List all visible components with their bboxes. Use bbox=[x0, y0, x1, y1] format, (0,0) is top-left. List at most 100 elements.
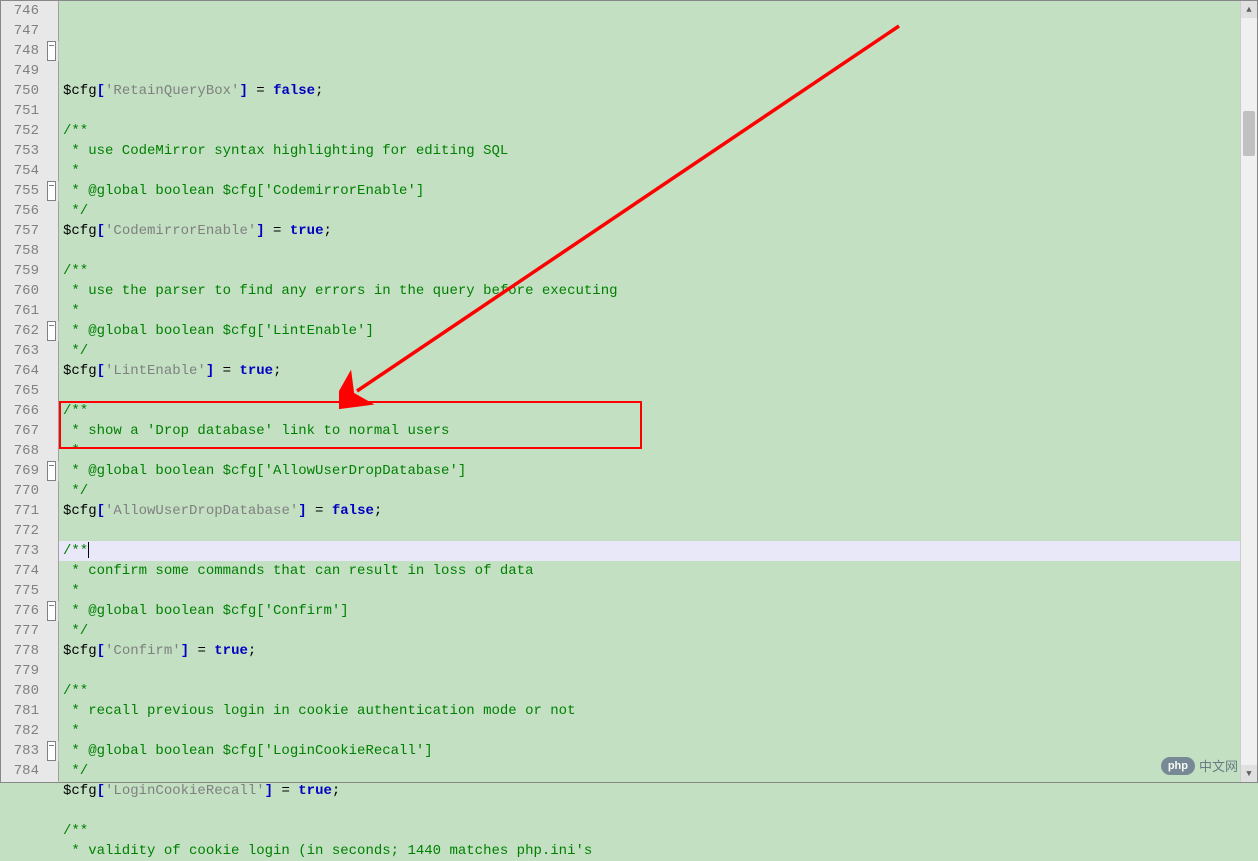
code-line[interactable]: /** bbox=[59, 821, 1240, 841]
token-cmt: * bbox=[63, 723, 80, 739]
fold-line bbox=[45, 101, 58, 121]
code-line[interactable]: * bbox=[59, 301, 1240, 321]
fold-line bbox=[45, 561, 58, 581]
token-bool: true bbox=[214, 643, 248, 659]
line-number: 763 bbox=[5, 341, 39, 361]
code-area[interactable]: $cfg['RetainQueryBox'] = false; /** * use… bbox=[59, 1, 1240, 782]
code-line[interactable]: $cfg['CodemirrorEnable'] = true; bbox=[59, 221, 1240, 241]
code-line[interactable]: */ bbox=[59, 341, 1240, 361]
code-line[interactable]: * @global boolean $cfg['LintEnable'] bbox=[59, 321, 1240, 341]
fold-line bbox=[45, 281, 58, 301]
line-number: 771 bbox=[5, 501, 39, 521]
fold-line bbox=[45, 261, 58, 281]
fold-minus-icon[interactable] bbox=[45, 321, 58, 341]
code-line[interactable]: */ bbox=[59, 201, 1240, 221]
code-editor[interactable]: 7467477487497507517527537547557567577587… bbox=[0, 0, 1258, 783]
token-var: $cfg bbox=[63, 223, 97, 239]
fold-minus-icon[interactable] bbox=[45, 461, 58, 481]
token-cmt: /** bbox=[63, 543, 88, 559]
token-cmt: /** bbox=[63, 823, 88, 839]
line-number: 769 bbox=[5, 461, 39, 481]
fold-line bbox=[45, 661, 58, 681]
code-line[interactable]: * show a 'Drop database' link to normal … bbox=[59, 421, 1240, 441]
token-cmt: * confirm some commands that can result … bbox=[63, 563, 533, 579]
line-number: 764 bbox=[5, 361, 39, 381]
token-var: $cfg bbox=[63, 783, 97, 799]
code-line[interactable]: * bbox=[59, 161, 1240, 181]
code-line[interactable] bbox=[59, 241, 1240, 261]
token-cmt: */ bbox=[63, 763, 88, 779]
code-line[interactable]: /** bbox=[59, 541, 1240, 561]
token-cmt: */ bbox=[63, 343, 88, 359]
line-number: 754 bbox=[5, 161, 39, 181]
line-number: 777 bbox=[5, 621, 39, 641]
fold-line bbox=[45, 381, 58, 401]
code-line[interactable] bbox=[59, 801, 1240, 821]
code-line[interactable] bbox=[59, 101, 1240, 121]
code-line[interactable]: * @global boolean $cfg['Confirm'] bbox=[59, 601, 1240, 621]
token-cmt: * @global boolean $cfg['Confirm'] bbox=[63, 603, 349, 619]
code-line[interactable]: $cfg['RetainQueryBox'] = false; bbox=[59, 81, 1240, 101]
token-str: 'Confirm' bbox=[105, 643, 181, 659]
token-cmt: * @global boolean $cfg['CodemirrorEnable… bbox=[63, 183, 424, 199]
code-line[interactable]: $cfg['Confirm'] = true; bbox=[59, 641, 1240, 661]
line-number: 774 bbox=[5, 561, 39, 581]
code-line[interactable]: /** bbox=[59, 401, 1240, 421]
code-line[interactable]: * recall previous login in cookie authen… bbox=[59, 701, 1240, 721]
fold-column[interactable] bbox=[45, 1, 59, 782]
token-cmt: */ bbox=[63, 203, 88, 219]
fold-minus-icon[interactable] bbox=[45, 601, 58, 621]
line-number: 750 bbox=[5, 81, 39, 101]
code-line[interactable]: /** bbox=[59, 261, 1240, 281]
code-line[interactable]: * @global boolean $cfg['CodemirrorEnable… bbox=[59, 181, 1240, 201]
code-line[interactable]: */ bbox=[59, 621, 1240, 641]
code-line[interactable]: * bbox=[59, 441, 1240, 461]
token-str: 'AllowUserDropDatabase' bbox=[105, 503, 298, 519]
code-line[interactable]: /** bbox=[59, 121, 1240, 141]
token-op: = bbox=[273, 783, 298, 799]
code-line[interactable]: * use the parser to find any errors in t… bbox=[59, 281, 1240, 301]
code-line[interactable]: * @global boolean $cfg['LoginCookieRecal… bbox=[59, 741, 1240, 761]
code-line[interactable]: * validity of cookie login (in seconds; … bbox=[59, 841, 1240, 861]
fold-line bbox=[45, 421, 58, 441]
token-op: = bbox=[189, 643, 214, 659]
code-line[interactable]: $cfg['LoginCookieRecall'] = true; bbox=[59, 781, 1240, 801]
token-cmt: */ bbox=[63, 623, 88, 639]
fold-minus-icon[interactable] bbox=[45, 181, 58, 201]
fold-line bbox=[45, 721, 58, 741]
token-cmt: /** bbox=[63, 683, 88, 699]
fold-minus-icon[interactable] bbox=[45, 41, 58, 61]
fold-line bbox=[45, 221, 58, 241]
code-line[interactable]: * @global boolean $cfg['AllowUserDropDat… bbox=[59, 461, 1240, 481]
line-number: 772 bbox=[5, 521, 39, 541]
scroll-up-button[interactable]: ▲ bbox=[1241, 1, 1257, 18]
line-number: 782 bbox=[5, 721, 39, 741]
code-line[interactable]: * bbox=[59, 581, 1240, 601]
vertical-scrollbar[interactable]: ▲ ▼ bbox=[1240, 1, 1257, 782]
code-line[interactable]: * use CodeMirror syntax highlighting for… bbox=[59, 141, 1240, 161]
token-str: 'RetainQueryBox' bbox=[105, 83, 239, 99]
token-cmt: * use CodeMirror syntax highlighting for… bbox=[63, 143, 508, 159]
code-line[interactable]: $cfg['LintEnable'] = true; bbox=[59, 361, 1240, 381]
token-str: 'CodemirrorEnable' bbox=[105, 223, 256, 239]
line-number: 753 bbox=[5, 141, 39, 161]
fold-line bbox=[45, 61, 58, 81]
code-line[interactable] bbox=[59, 521, 1240, 541]
scroll-thumb[interactable] bbox=[1243, 111, 1255, 156]
code-line[interactable]: */ bbox=[59, 761, 1240, 781]
token-cmt: /** bbox=[63, 403, 88, 419]
code-line[interactable]: /** bbox=[59, 681, 1240, 701]
line-number: 747 bbox=[5, 21, 39, 41]
fold-line bbox=[45, 621, 58, 641]
code-line[interactable]: * confirm some commands that can result … bbox=[59, 561, 1240, 581]
scroll-down-button[interactable]: ▼ bbox=[1241, 765, 1257, 782]
token-punc: ; bbox=[248, 643, 256, 659]
code-line[interactable] bbox=[59, 381, 1240, 401]
code-line[interactable]: * bbox=[59, 721, 1240, 741]
code-line[interactable] bbox=[59, 661, 1240, 681]
code-line[interactable]: $cfg['AllowUserDropDatabase'] = false; bbox=[59, 501, 1240, 521]
token-cmt: * bbox=[63, 583, 80, 599]
token-br: [ bbox=[97, 503, 105, 519]
fold-minus-icon[interactable] bbox=[45, 741, 58, 761]
code-line[interactable]: */ bbox=[59, 481, 1240, 501]
